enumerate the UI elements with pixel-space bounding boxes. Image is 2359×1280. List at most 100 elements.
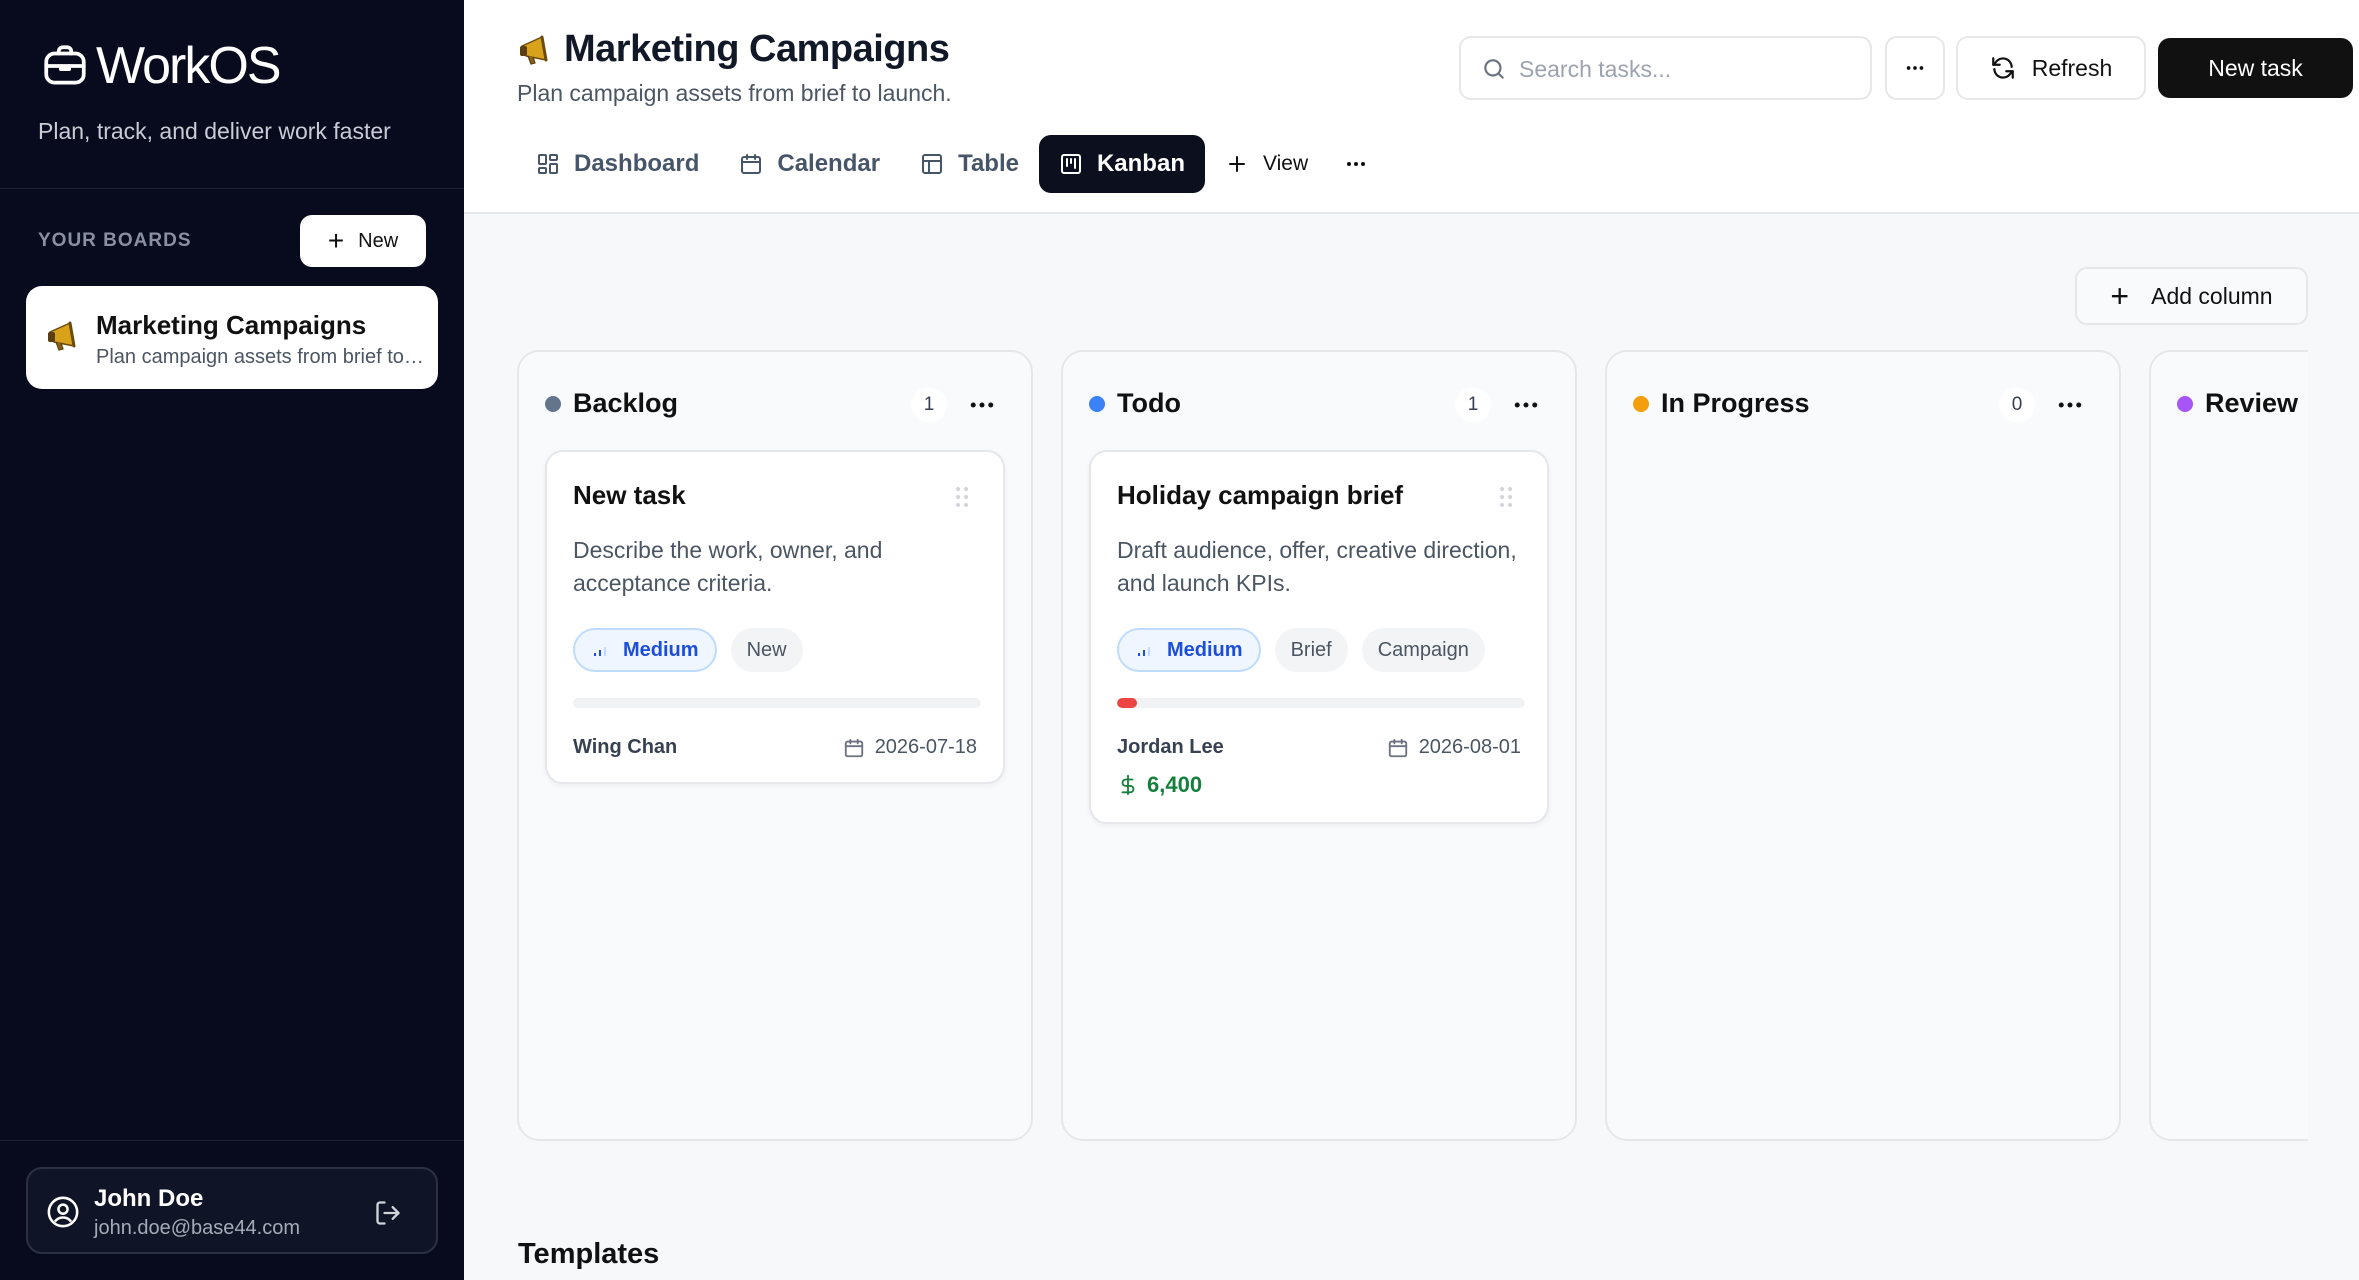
task-tags: Medium Brief Campaign: [1117, 628, 1485, 672]
task-card[interactable]: Holiday campaign brief Draft audience, o…: [1089, 450, 1549, 824]
tab-label: Calendar: [777, 150, 881, 177]
calendar-icon: [741, 154, 762, 174]
task-assignee: Jordan Lee: [1117, 736, 1224, 758]
column-title: In Progress: [1661, 388, 1810, 418]
column-count-badge: 0: [1999, 388, 2035, 422]
sidebar-divider: [0, 188, 464, 189]
user-email: john.doe@base44.com: [94, 1217, 300, 1239]
task-tag: New: [730, 628, 803, 672]
drag-handle-icon[interactable]: [955, 486, 969, 508]
priority-label: Medium: [1167, 638, 1243, 661]
add-column-button[interactable]: + Add column: [2075, 267, 2308, 325]
refresh-icon: [1991, 57, 2014, 79]
tab-dashboard[interactable]: Dashboard: [516, 135, 719, 193]
task-budget: 6,400: [1117, 772, 1202, 798]
drag-handle-icon[interactable]: [1499, 486, 1513, 508]
due-date-text: 2026-08-01: [1418, 736, 1521, 758]
column-in-progress: In Progress 0: [1605, 350, 2121, 1141]
calendar-icon: [844, 738, 863, 757]
column-header: In Progress 0: [1633, 384, 2093, 424]
tab-label: Dashboard: [574, 150, 700, 177]
calendar-icon: [1388, 738, 1407, 757]
column-status-dot: [1089, 396, 1105, 412]
column-title: Review: [2205, 388, 2299, 418]
task-due-date: 2026-08-01: [1387, 736, 1521, 759]
column-count-badge: 1: [911, 388, 947, 422]
priority-label: Medium: [623, 638, 699, 661]
task-description: Describe the work, owner, and acceptance…: [573, 537, 883, 596]
task-tag: Brief: [1274, 628, 1348, 672]
table-icon: [922, 154, 943, 174]
refresh-label: Refresh: [2031, 54, 2113, 81]
page-header: Marketing Campaigns Plan campaign assets…: [464, 0, 2359, 214]
page-subtitle: Plan campaign assets from brief to launc…: [517, 80, 952, 106]
add-view-button[interactable]: View: [1205, 135, 1328, 193]
megaphone-icon: [48, 321, 76, 351]
column-more-icon[interactable]: [2055, 390, 2085, 420]
kanban-icon: [1060, 154, 1081, 174]
templates-heading: Templates: [518, 1238, 660, 1270]
signal-bars-icon: [1138, 647, 1150, 656]
column-status-dot: [2177, 396, 2193, 412]
budget-amount: 6,400: [1147, 772, 1203, 797]
tab-table[interactable]: Table: [900, 135, 1039, 193]
user-card[interactable]: John Doe john.doe@base44.com: [26, 1167, 438, 1254]
kanban-board: Backlog 1 New task Describe the work, ow…: [517, 350, 2308, 1145]
new-board-button[interactable]: + New: [300, 215, 426, 267]
column-review: Review: [2149, 350, 2308, 1141]
column-count-badge: 1: [1455, 388, 1491, 422]
column-more-icon[interactable]: [967, 390, 997, 420]
task-description: Draft audience, offer, creative directio…: [1117, 537, 1517, 596]
task-progress-bar: [573, 698, 981, 708]
task-due-date: 2026-07-18: [843, 736, 977, 759]
add-column-label: Add column: [2151, 282, 2273, 309]
brand[interactable]: WorkOS: [40, 36, 282, 96]
tab-kanban[interactable]: Kanban: [1038, 135, 1205, 193]
sidebar: WorkOS Plan, track, and deliver work fas…: [0, 0, 464, 1280]
tab-calendar[interactable]: Calendar: [719, 135, 900, 193]
dollar-icon: [1121, 774, 1135, 796]
brand-name: WorkOS: [96, 37, 282, 95]
more-actions-button[interactable]: [1885, 36, 1945, 100]
briefcase-icon: [44, 45, 86, 85]
column-header: Todo 1: [1089, 384, 1549, 424]
priority-badge: Medium: [1117, 628, 1261, 672]
plus-icon: +: [327, 225, 345, 256]
board-description: Plan campaign assets from brief to launc…: [96, 346, 426, 368]
sidebar-divider: [0, 1140, 464, 1141]
tabs-more-button[interactable]: [1328, 135, 1384, 193]
task-tags: Medium New: [573, 628, 803, 672]
task-progress-fill: [1117, 698, 1138, 708]
search-box[interactable]: [1459, 36, 1872, 100]
dashboard-icon: [538, 154, 558, 174]
page-title: Marketing Campaigns: [516, 28, 950, 71]
priority-badge: Medium: [573, 628, 717, 672]
new-board-label: New: [358, 229, 399, 252]
column-status-dot: [545, 396, 561, 412]
task-card[interactable]: New task Describe the work, owner, and a…: [545, 450, 1005, 784]
more-horizontal-icon: [1906, 66, 1924, 70]
user-circle-icon: [47, 1196, 79, 1228]
plus-icon: [1228, 156, 1245, 172]
boards-section-label: YOUR BOARDS: [38, 230, 192, 251]
view-tabs: Dashboard Calendar Table Kanban View: [516, 135, 1384, 193]
column-status-dot: [1633, 396, 1649, 412]
add-view-label: View: [1262, 152, 1309, 175]
new-task-button[interactable]: New task: [2158, 38, 2353, 98]
due-date-text: 2026-07-18: [874, 736, 977, 758]
column-more-icon[interactable]: [1511, 390, 1541, 420]
megaphone-icon: [520, 35, 548, 65]
column-title: Backlog: [573, 388, 679, 418]
column-header: Backlog 1: [545, 384, 1005, 424]
user-name: John Doe: [94, 1185, 204, 1212]
column-todo: Todo 1 Holiday campaign brief Draft audi…: [1061, 350, 1577, 1141]
logout-icon[interactable]: [374, 1199, 402, 1227]
search-input[interactable]: [1519, 52, 1849, 86]
more-horizontal-icon: [1347, 162, 1366, 166]
sidebar-item-marketing-campaigns[interactable]: Marketing Campaigns Plan campaign assets…: [26, 286, 438, 389]
brand-tagline: Plan, track, and deliver work faster: [38, 118, 391, 144]
task-assignee: Wing Chan: [573, 736, 678, 758]
column-title: Todo: [1117, 388, 1181, 418]
search-icon: [1484, 59, 1504, 79]
refresh-button[interactable]: Refresh: [1956, 36, 2146, 100]
